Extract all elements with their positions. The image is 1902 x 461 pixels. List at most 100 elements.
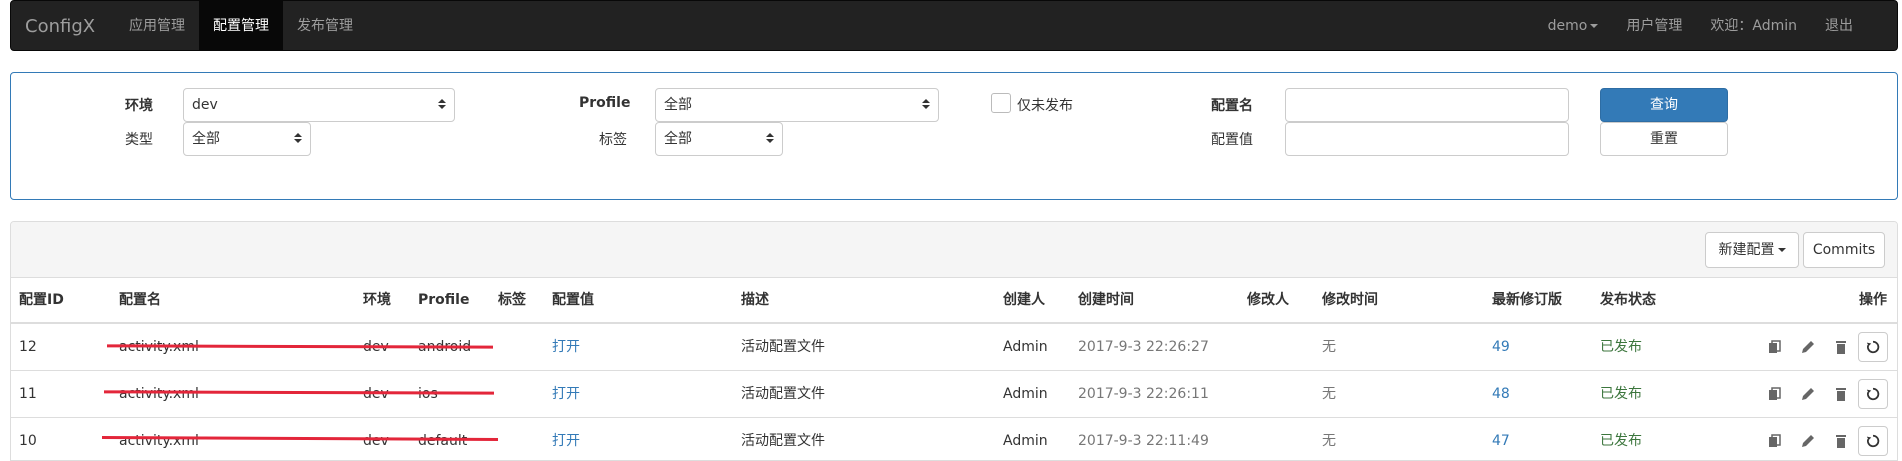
profile-select[interactable]: 全部: [655, 88, 939, 122]
logout-link[interactable]: 退出: [1811, 1, 1867, 50]
nav-left: 应用管理 配置管理 发布管理: [115, 1, 367, 50]
type-select-value: 全部: [192, 131, 220, 147]
config-name-input[interactable]: [1285, 88, 1569, 122]
open-value-link[interactable]: 打开: [552, 324, 580, 370]
config-value-label: 配置值: [1211, 132, 1253, 148]
copy-icon[interactable]: [1766, 386, 1782, 402]
col-header-created: 创建时间: [1078, 292, 1134, 308]
status-badge: 已发布: [1600, 433, 1642, 449]
cell-created: 2017-9-3 22:26:11: [1078, 386, 1209, 402]
col-header-creator: 创建人: [1003, 292, 1045, 308]
edit-icon[interactable]: [1800, 433, 1816, 449]
revert-button[interactable]: [1858, 332, 1888, 362]
cell-name: activity.xml: [119, 433, 199, 449]
env-dropdown-label: demo: [1547, 18, 1588, 34]
nav-right: demo 用户管理 欢迎：Admin 退出: [1534, 1, 1867, 50]
nav-item-config-management[interactable]: 配置管理: [199, 1, 283, 50]
copy-icon[interactable]: [1766, 339, 1782, 355]
col-header-modified: 修改时间: [1322, 292, 1378, 308]
config-value-input[interactable]: [1285, 122, 1569, 156]
copy-icon[interactable]: [1766, 433, 1782, 449]
profile-select-value: 全部: [664, 97, 692, 113]
revision-link[interactable]: 48: [1492, 371, 1510, 417]
history-icon: [1866, 340, 1880, 354]
table-header-row: 配置ID 配置名 环境 Profile 标签 配置值 描述 创建人 创建时间 修…: [11, 277, 1897, 324]
col-header-env: 环境: [363, 292, 391, 308]
cell-id: 12: [19, 339, 37, 355]
cell-id: 11: [19, 386, 37, 402]
col-header-status: 发布状态: [1600, 292, 1656, 308]
cell-desc: 活动配置文件: [741, 386, 825, 402]
trash-icon[interactable]: [1833, 433, 1849, 449]
col-header-id: 配置ID: [19, 292, 64, 308]
select-arrows-icon: [922, 99, 930, 109]
col-header-value: 配置值: [552, 292, 594, 308]
cell-name: activity.xml: [119, 386, 199, 402]
reset-button[interactable]: 重置: [1600, 122, 1728, 156]
commits-button[interactable]: Commits: [1803, 232, 1885, 268]
col-header-modifier: 修改人: [1247, 292, 1289, 308]
status-badge: 已发布: [1600, 386, 1642, 402]
trash-icon[interactable]: [1833, 339, 1849, 355]
revert-button[interactable]: [1858, 379, 1888, 409]
nav-item-app-management[interactable]: 应用管理: [115, 1, 199, 50]
welcome-text: 欢迎：Admin: [1710, 18, 1797, 34]
new-config-label: 新建配置: [1718, 242, 1775, 258]
nav-item-release-management[interactable]: 发布管理: [283, 1, 367, 50]
col-header-tag: 标签: [498, 292, 526, 308]
edit-icon[interactable]: [1800, 386, 1816, 402]
nav-item-user-management[interactable]: 用户管理: [1612, 1, 1696, 50]
query-button[interactable]: 查询: [1600, 88, 1728, 122]
tag-select[interactable]: 全部: [655, 122, 783, 156]
col-header-desc: 描述: [741, 292, 769, 308]
env-label: 环境: [125, 98, 153, 114]
revision-link[interactable]: 49: [1492, 324, 1510, 370]
edit-icon[interactable]: [1800, 339, 1816, 355]
chevron-down-icon: [1590, 24, 1599, 28]
cell-modified: 无: [1322, 339, 1336, 355]
status-badge: 已发布: [1600, 339, 1642, 355]
col-header-actions: 操作: [1859, 292, 1887, 308]
cell-created: 2017-9-3 22:11:49: [1078, 433, 1209, 449]
cell-id: 10: [19, 433, 37, 449]
env-select[interactable]: dev: [183, 88, 455, 122]
trash-icon[interactable]: [1833, 386, 1849, 402]
cell-desc: 活动配置文件: [741, 339, 825, 355]
chevron-down-icon: [1777, 248, 1786, 252]
col-header-name: 配置名: [119, 292, 161, 308]
open-value-link[interactable]: 打开: [552, 418, 580, 460]
table-row: 11 activity.xml dev ios 打开 活动配置文件 Admin …: [11, 371, 1897, 418]
unpublished-label: 仅未发布: [1017, 98, 1073, 114]
cell-created: 2017-9-3 22:26:27: [1078, 339, 1209, 355]
revert-button[interactable]: [1858, 426, 1888, 456]
revision-link[interactable]: 47: [1492, 418, 1510, 460]
open-value-link[interactable]: 打开: [552, 371, 580, 417]
col-header-profile: Profile: [418, 292, 470, 308]
cell-desc: 活动配置文件: [741, 433, 825, 449]
brand-logo[interactable]: ConfigX: [25, 1, 95, 52]
cell-creator: Admin: [1003, 386, 1048, 402]
table-toolbar: 新建配置 Commits: [11, 222, 1897, 278]
select-arrows-icon: [766, 133, 774, 143]
config-name-label: 配置名: [1211, 98, 1253, 114]
config-table-panel: 新建配置 Commits 配置ID 配置名 环境 Profile 标签 配置值 …: [10, 221, 1898, 461]
cell-creator: Admin: [1003, 433, 1048, 449]
tag-label: 标签: [599, 132, 627, 148]
col-header-revision: 最新修订版: [1492, 292, 1562, 308]
navbar: ConfigX 应用管理 配置管理 发布管理 demo 用户管理 欢迎：Admi…: [10, 0, 1898, 51]
new-config-button[interactable]: 新建配置: [1705, 232, 1799, 268]
history-icon: [1866, 387, 1880, 401]
tag-select-value: 全部: [664, 131, 692, 147]
cell-creator: Admin: [1003, 339, 1048, 355]
env-dropdown[interactable]: demo: [1534, 1, 1613, 50]
unpublished-checkbox[interactable]: [991, 93, 1011, 113]
cell-modified: 无: [1322, 433, 1336, 449]
type-select[interactable]: 全部: [183, 122, 311, 156]
type-label: 类型: [125, 132, 153, 148]
select-arrows-icon: [294, 133, 302, 143]
profile-label: Profile: [579, 95, 631, 111]
history-icon: [1866, 434, 1880, 448]
filter-panel: 环境 dev Profile 全部 仅未发布 配置名 查询 类型 全部 标签 全…: [10, 72, 1898, 200]
cell-modified: 无: [1322, 386, 1336, 402]
select-arrows-icon: [438, 99, 446, 109]
